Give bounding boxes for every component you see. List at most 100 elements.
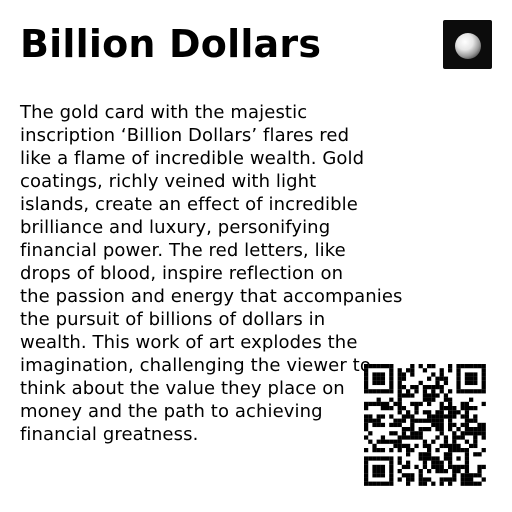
qr-module [431,422,436,428]
qr-module [473,418,478,423]
qr-module [473,452,478,457]
qr-module [477,431,482,436]
qr-module [364,469,369,474]
qr-module [469,406,474,411]
qr-module [481,364,486,369]
qr-module [477,469,482,474]
qr-module [469,431,474,436]
qr-module [380,406,386,411]
qr-module [448,456,453,461]
qr-module [368,418,373,423]
qr-module [427,427,432,432]
qr-module [380,469,386,474]
qr-module [473,431,478,436]
qr-module [448,477,453,482]
qr-module [410,393,415,398]
qr-module [418,364,423,369]
qr-module [393,431,398,436]
qr-module [385,364,390,369]
description-line: brilliance and luxury, personifying [20,217,331,238]
qr-module [460,431,465,436]
qr-module [368,456,373,461]
qr-module [364,376,369,381]
qr-module [380,376,386,381]
qr-module [469,389,474,394]
qr-module [376,414,381,419]
qr-module [464,448,470,453]
qr-module [439,406,444,411]
qr-module [448,460,453,465]
qr-module [427,456,432,461]
qr-module [380,372,386,377]
qr-module [477,473,482,478]
qr-module [397,406,402,411]
qr-module [389,481,394,486]
qr-module [464,406,470,411]
qr-module [469,443,474,449]
qr-module [473,376,478,381]
qr-module [364,477,369,482]
qr-module [469,473,474,478]
qr-module [397,477,402,482]
qr-module [372,372,377,377]
qr-module [448,448,453,453]
qr-module [456,456,461,461]
qr-module [422,460,428,465]
qr-module [385,389,390,394]
qr-module [368,389,373,394]
qr-module [431,397,436,402]
qr-module [481,435,486,440]
qr-module [372,448,377,453]
qr-module [397,469,402,474]
qr-module [456,448,461,453]
qr-code-icon[interactable] [364,364,486,486]
qr-module [464,364,470,369]
qr-module [460,422,465,428]
qr-module [376,448,381,453]
qr-module [397,372,402,377]
description-line: financial power. The red letters, like [20,240,346,261]
qr-module [385,401,390,407]
qr-module [439,410,444,415]
qr-module [389,460,394,465]
pearl-sphere-icon [454,32,481,59]
qr-module [414,431,419,436]
qr-module [401,393,407,398]
qr-module [427,477,432,482]
description-line: inscription ‘Billion Dollars’ flares red [20,125,350,146]
qr-module [364,401,369,407]
qr-module [431,385,436,390]
qr-module [397,380,402,386]
qr-module [372,380,377,386]
qr-module [481,427,486,432]
qr-module [380,389,386,394]
qr-module [364,380,369,386]
qr-module [439,372,444,377]
qr-module [406,473,411,478]
qr-module [410,431,415,436]
qr-module [435,464,440,470]
qr-module [464,452,470,457]
qr-module [427,393,432,398]
qr-module [422,418,428,423]
qr-module [410,473,415,478]
qr-module [368,364,373,369]
qr-module [418,473,423,478]
qr-module [464,401,470,407]
description-line: islands, create an effect of incredible [20,194,358,215]
qr-module [427,376,432,381]
qr-module [464,439,470,444]
qr-module [448,422,453,428]
qr-module [401,431,407,436]
qr-module [439,481,444,486]
qr-module [372,422,377,428]
qr-module [401,418,407,423]
qr-module [481,431,486,436]
qr-module [464,481,470,486]
page-title: Billion Dollars [20,22,322,66]
qr-module [452,406,457,411]
qr-module [427,397,432,402]
qr-module [372,389,377,394]
qr-module [406,393,411,398]
qr-module [376,473,381,478]
